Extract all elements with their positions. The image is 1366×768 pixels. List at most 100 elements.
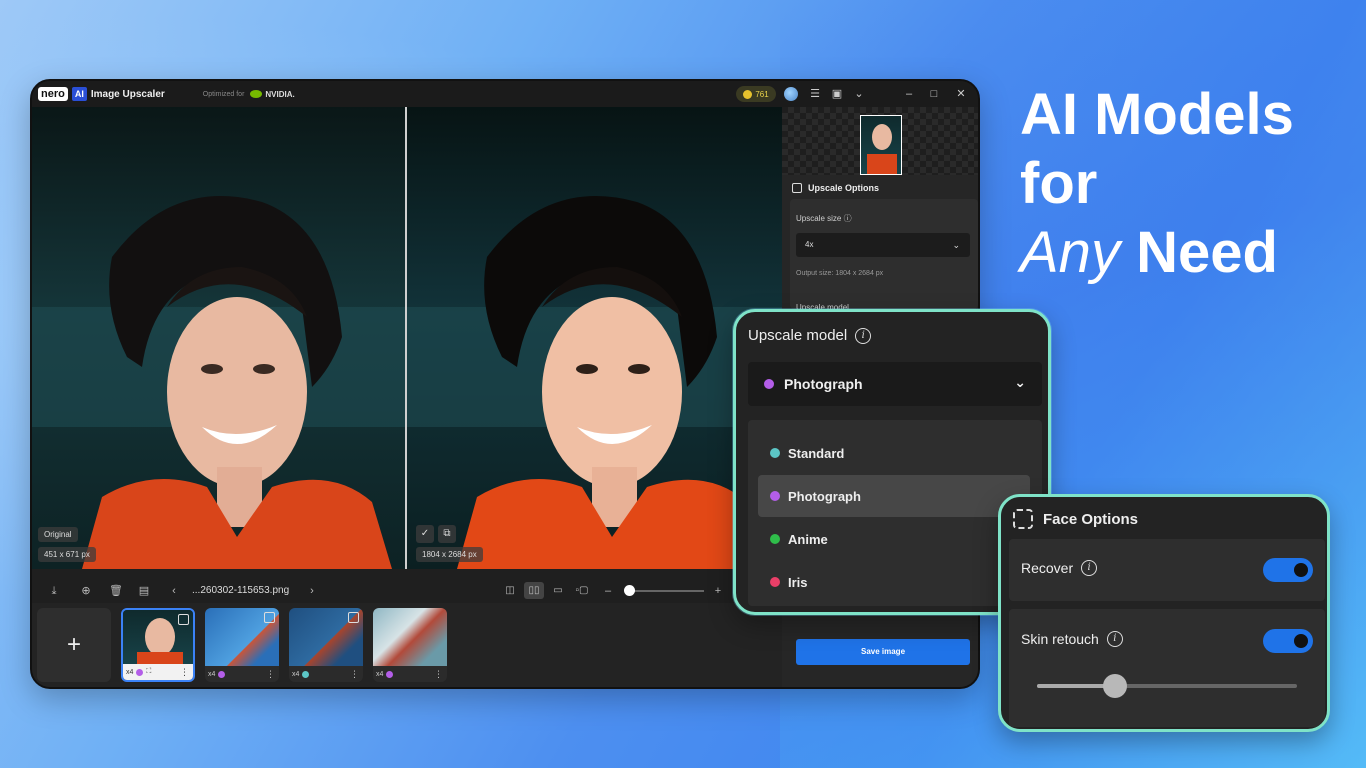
face-options-card: Face Options Recover i Skin retouch i [998, 494, 1330, 732]
selected-model: Photograph [784, 376, 863, 392]
upscaled-size-tag: 1804 x 2684 px [416, 547, 483, 562]
minimize-icon[interactable]: – [902, 87, 916, 101]
trash-icon[interactable]: 🗑 [108, 583, 124, 599]
thumbnail-2[interactable]: x4 ⋮ [205, 608, 279, 682]
file-name: ...260302-115653.png [192, 585, 290, 596]
chevron-left-icon[interactable]: ‹ [166, 583, 182, 599]
output-size-text: Output size: 1804 x 2684 px [796, 270, 884, 277]
download-icon[interactable]: ⤓ [46, 583, 62, 599]
check-icon[interactable]: ✓ [416, 525, 434, 543]
recover-label: Recover i [1021, 560, 1098, 576]
add-circle-icon[interactable]: ⊕ [78, 583, 94, 599]
select-checkbox[interactable] [348, 612, 359, 623]
headline-need: Need [1136, 220, 1278, 285]
save-image-button[interactable]: Save image [796, 639, 970, 665]
headline-any: Any [1020, 220, 1120, 285]
preview-area [782, 107, 978, 175]
maximize-icon[interactable]: □ [927, 87, 941, 101]
model-option-label: Standard [788, 445, 845, 461]
split-view-icon[interactable]: ◫ [500, 582, 520, 599]
zoom-out-icon[interactable]: – [600, 583, 616, 599]
zoom-slider-knob[interactable] [624, 585, 635, 596]
select-checkbox[interactable] [264, 612, 275, 623]
thumbnail-strip: + x4 ⛶ ⋮ x4 ⋮ x4 ⋮ x4 ⋮ [32, 603, 782, 687]
side-by-side-icon[interactable]: ▯▯ [524, 582, 544, 599]
pip-view-icon[interactable]: ▫▢ [572, 582, 592, 599]
skin-retouch-label: Skin retouch i [1021, 631, 1123, 647]
model-option-label: Anime [788, 531, 828, 547]
more-icon[interactable]: ⋮ [266, 669, 275, 680]
info-icon[interactable]: i [855, 327, 872, 344]
scale-label: x4 [126, 668, 134, 676]
zoom-slider[interactable] [630, 590, 704, 592]
more-icon[interactable]: ⋮ [350, 669, 359, 680]
compare-icon[interactable]: ⧉ [438, 525, 456, 543]
upscale-size-text: Upscale size [796, 214, 842, 223]
info-icon[interactable]: i [1106, 631, 1123, 647]
model-dot [136, 668, 144, 676]
model-option-standard[interactable]: Standard [758, 432, 1030, 474]
recover-row: Recover i [1009, 539, 1325, 601]
ai-badge: AI [71, 87, 87, 101]
upscale-model-title-text: Upscale model [748, 327, 848, 344]
headline: AI Models for Any Need [1020, 80, 1294, 287]
avatar[interactable] [784, 87, 798, 101]
nero-logo: nero [38, 87, 68, 101]
face-scan-icon [1013, 509, 1033, 529]
model-dot [386, 670, 394, 678]
title-bar: nero AI Image Upscaler Optimized for NVI… [32, 81, 978, 107]
credits-badge[interactable]: 761 [736, 86, 776, 102]
scale-label: x4 [208, 670, 216, 678]
model-color-dot [770, 491, 780, 501]
slider-knob[interactable] [1103, 674, 1127, 698]
comparison-canvas[interactable]: Original 451 x 671 px ✓ ⧉ 1804 x 2684 px [32, 107, 782, 569]
info-icon[interactable]: i [1081, 560, 1098, 576]
thumbnail-3[interactable]: x4 ⋮ [289, 608, 363, 682]
model-dot [302, 670, 310, 678]
upscale-model-title: Upscale model i [748, 327, 872, 344]
close-icon[interactable]: ✕ [954, 87, 968, 101]
settings-sliders-icon[interactable]: ☰ [808, 87, 822, 101]
select-checkbox[interactable] [178, 614, 189, 625]
skin-retouch-toggle[interactable] [1263, 629, 1313, 653]
upscale-size-label: Upscale size ⓘ [796, 213, 852, 224]
original-tag: Original [38, 527, 78, 542]
model-color-dot [770, 534, 780, 544]
model-color-dot [770, 577, 780, 587]
skin-retouch-text: Skin retouch [1021, 631, 1099, 647]
more-icon[interactable]: ⋮ [434, 669, 443, 680]
chevron-down-icon[interactable]: ⌄ [852, 87, 866, 101]
scale-label: x4 [376, 670, 384, 678]
upscale-model-select[interactable]: Photograph ⌄ [748, 362, 1042, 406]
nvidia-eye-icon [250, 90, 263, 98]
single-view-icon[interactable]: ▭ [548, 582, 568, 599]
skin-retouch-slider[interactable] [1037, 674, 1297, 698]
coin-icon [743, 89, 753, 99]
model-option-photograph[interactable]: Photograph [758, 475, 1030, 517]
chevron-right-icon[interactable]: › [304, 583, 320, 599]
zoom-in-icon[interactable]: + [710, 583, 726, 599]
headline-line3: Any Need [1020, 218, 1294, 287]
toggle-knob [1294, 563, 1308, 577]
model-dot [218, 670, 226, 678]
upscale-size-value: 4x [805, 240, 814, 249]
upscale-options-title: Upscale Options [808, 183, 880, 193]
thumbnail-1[interactable]: x4 ⛶ ⋮ [121, 608, 195, 682]
info-icon[interactable]: ⓘ [844, 214, 852, 223]
model-option-anime[interactable]: Anime [758, 518, 1030, 560]
thumbnail-4[interactable]: x4 ⋮ [373, 608, 447, 682]
image-icon[interactable]: ▤ [136, 583, 152, 599]
upscaled-image [407, 107, 782, 569]
recover-toggle[interactable] [1263, 558, 1313, 582]
recover-text: Recover [1021, 560, 1074, 576]
original-image [32, 107, 405, 569]
upscale-size-select[interactable]: 4x ⌄ [796, 233, 970, 257]
gift-icon[interactable]: ▣ [830, 87, 844, 101]
more-icon[interactable]: ⋮ [180, 667, 189, 678]
preview-thumbnail [860, 115, 902, 175]
model-option-label: Iris [788, 574, 808, 590]
add-image-button[interactable]: + [37, 608, 111, 682]
model-option-iris[interactable]: Iris [758, 561, 1030, 603]
model-color-dot [770, 448, 780, 458]
headline-line1: AI Models [1020, 82, 1294, 147]
